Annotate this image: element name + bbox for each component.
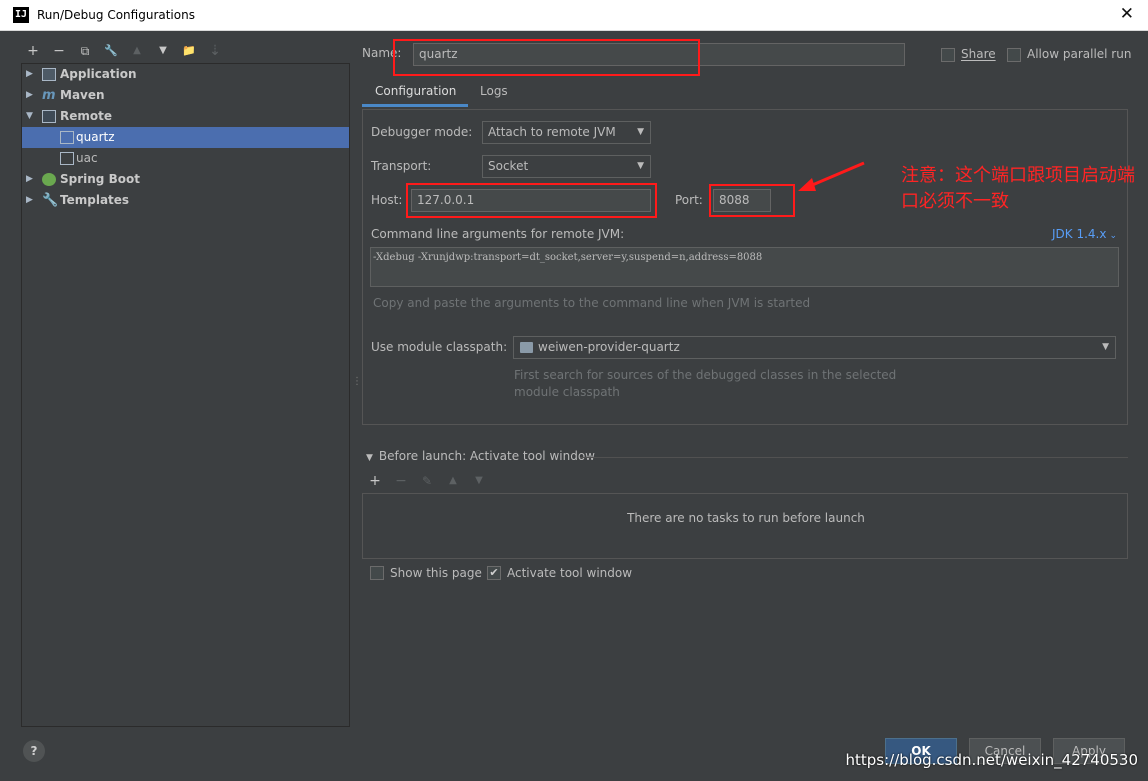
tree-item-label: Templates xyxy=(60,193,130,207)
share-checkbox[interactable] xyxy=(941,48,955,62)
annotation-arrow-icon xyxy=(798,161,865,191)
tree-item-quartz[interactable]: quartz xyxy=(22,127,349,148)
tab-logs[interactable]: Logs xyxy=(480,80,520,107)
folder-icon[interactable]: 📁 xyxy=(179,40,199,62)
module-classpath-select[interactable]: weiwen-provider-quartz ▼ xyxy=(513,336,1116,359)
tree-item-remote[interactable]: ▼ Remote xyxy=(22,106,349,127)
before-launch-title: Before launch: Activate tool window xyxy=(378,449,595,463)
share-label: Share xyxy=(961,47,996,61)
run-debug-dialog: IJ Run/Debug Configurations ✕ + − ⧉ 🔧 ▲ … xyxy=(0,0,1148,781)
show-page-checkbox[interactable] xyxy=(370,566,384,580)
tree-item-maven[interactable]: ▶ m Maven xyxy=(22,85,349,106)
copy-icon[interactable]: ⧉ xyxy=(75,40,95,62)
wrench-icon: 🔧 xyxy=(42,193,59,208)
jdk-version-text: JDK 1.4.x xyxy=(1052,227,1107,241)
tree-item-templates[interactable]: ▶ 🔧 Templates xyxy=(22,190,349,211)
annotation-note: 注意：这个端口跟项目启动端口必须不一致 xyxy=(901,165,1135,212)
remote-config-icon xyxy=(60,131,74,144)
close-icon[interactable]: ✕ xyxy=(1120,4,1134,24)
port-label: Port: xyxy=(675,193,703,207)
host-label: Host: xyxy=(371,193,403,207)
cmd-args-textarea[interactable]: -Xdebug -Xrunjdwp:transport=dt_socket,se… xyxy=(370,247,1119,287)
debugger-mode-value: Attach to remote JVM xyxy=(488,125,616,139)
classpath-value: weiwen-provider-quartz xyxy=(538,340,680,354)
jdk-version-link[interactable]: JDK 1.4.x ⌄ xyxy=(1052,227,1117,241)
move-down-icon[interactable]: ▼ xyxy=(153,40,173,62)
remote-icon xyxy=(42,110,56,123)
tree-item-label: Maven xyxy=(60,88,105,102)
debugger-mode-label: Debugger mode: xyxy=(371,125,473,139)
edit-task-icon[interactable]: ✎ xyxy=(417,470,437,492)
tree-item-label: Remote xyxy=(60,109,113,123)
title-bar: IJ Run/Debug Configurations ✕ xyxy=(0,0,1148,31)
tree-item-application[interactable]: ▶ Application xyxy=(22,64,349,85)
transport-value: Socket xyxy=(488,159,529,173)
chevron-down-icon: ▼ xyxy=(637,161,644,171)
wrench-icon[interactable]: 🔧 xyxy=(101,40,121,62)
transport-label: Transport: xyxy=(371,159,432,173)
allow-parallel-label: Allow parallel run xyxy=(1027,47,1132,61)
divider xyxy=(580,457,1128,458)
before-launch-header[interactable]: ▼ Before launch: Activate tool window xyxy=(366,449,595,463)
window-title: Run/Debug Configurations xyxy=(37,8,195,22)
spring-boot-icon xyxy=(42,173,56,186)
tree-item-label: Application xyxy=(60,67,137,81)
tab-configuration[interactable]: Configuration xyxy=(362,80,468,107)
expand-arrow-icon[interactable]: ▶ xyxy=(26,85,33,106)
name-input[interactable]: quartz xyxy=(413,43,905,66)
transport-select[interactable]: Socket ▼ xyxy=(482,155,651,178)
cmd-args-label: Command line arguments for remote JVM: xyxy=(371,227,625,241)
tree-item-label: Spring Boot xyxy=(60,172,140,186)
maven-icon: m xyxy=(42,88,56,103)
expand-arrow-icon[interactable]: ▶ xyxy=(26,169,33,190)
empty-tasks-text: There are no tasks to run before launch xyxy=(627,511,865,525)
chevron-down-icon: ⌄ xyxy=(1109,231,1118,241)
tree-item-uac[interactable]: uac xyxy=(22,148,349,169)
host-input[interactable]: 127.0.0.1 xyxy=(411,189,651,212)
classpath-hint-line2: module classpath xyxy=(514,385,620,399)
name-label: Name: xyxy=(362,46,402,60)
module-folder-icon xyxy=(520,342,533,353)
intellij-logo-icon: IJ xyxy=(13,7,29,23)
tree-item-label: quartz xyxy=(76,130,115,144)
remove-task-icon[interactable]: − xyxy=(391,470,411,492)
sort-icon[interactable]: ⇣ xyxy=(205,40,225,62)
chevron-down-icon: ▼ xyxy=(637,127,644,137)
allow-parallel-checkbox[interactable] xyxy=(1007,48,1021,62)
remove-icon[interactable]: − xyxy=(49,40,69,62)
classpath-hint-line1: First search for sources of the debugged… xyxy=(514,368,897,382)
activate-tool-window-checkbox[interactable]: ✔ xyxy=(487,566,501,580)
cmd-args-hint: Copy and paste the arguments to the comm… xyxy=(373,296,811,310)
move-up-icon[interactable]: ▲ xyxy=(127,40,147,62)
tree-item-label: uac xyxy=(76,151,98,165)
application-icon xyxy=(42,68,56,81)
configuration-tree: ▶ Application ▶ m Maven ▼ Remote quartz … xyxy=(21,63,350,727)
move-down-icon[interactable]: ▼ xyxy=(469,470,489,492)
move-up-icon[interactable]: ▲ xyxy=(443,470,463,492)
collapse-arrow-icon: ▼ xyxy=(366,453,373,463)
watermark: https://blog.csdn.net/weixin_42740530 xyxy=(845,751,1138,769)
add-task-icon[interactable]: + xyxy=(365,470,385,492)
add-icon[interactable]: + xyxy=(23,40,43,62)
tree-item-spring-boot[interactable]: ▶ Spring Boot xyxy=(22,169,349,190)
remote-config-icon xyxy=(60,152,74,165)
config-tabs: Configuration Logs xyxy=(362,80,1128,107)
splitter-handle[interactable]: ⋮ xyxy=(352,376,362,387)
help-button[interactable]: ? xyxy=(23,740,45,762)
expand-arrow-icon[interactable]: ▶ xyxy=(26,64,33,85)
classpath-label: Use module classpath: xyxy=(371,340,508,354)
show-page-label: Show this page xyxy=(390,566,482,580)
before-launch-tasks-list: There are no tasks to run before launch xyxy=(362,493,1128,559)
port-input[interactable]: 8088 xyxy=(713,189,771,212)
expand-arrow-icon[interactable]: ▶ xyxy=(26,190,33,211)
debugger-mode-select[interactable]: Attach to remote JVM ▼ xyxy=(482,121,651,144)
chevron-down-icon: ▼ xyxy=(1102,342,1109,352)
collapse-arrow-icon[interactable]: ▼ xyxy=(26,106,33,127)
activate-tool-window-label: Activate tool window xyxy=(507,566,633,580)
